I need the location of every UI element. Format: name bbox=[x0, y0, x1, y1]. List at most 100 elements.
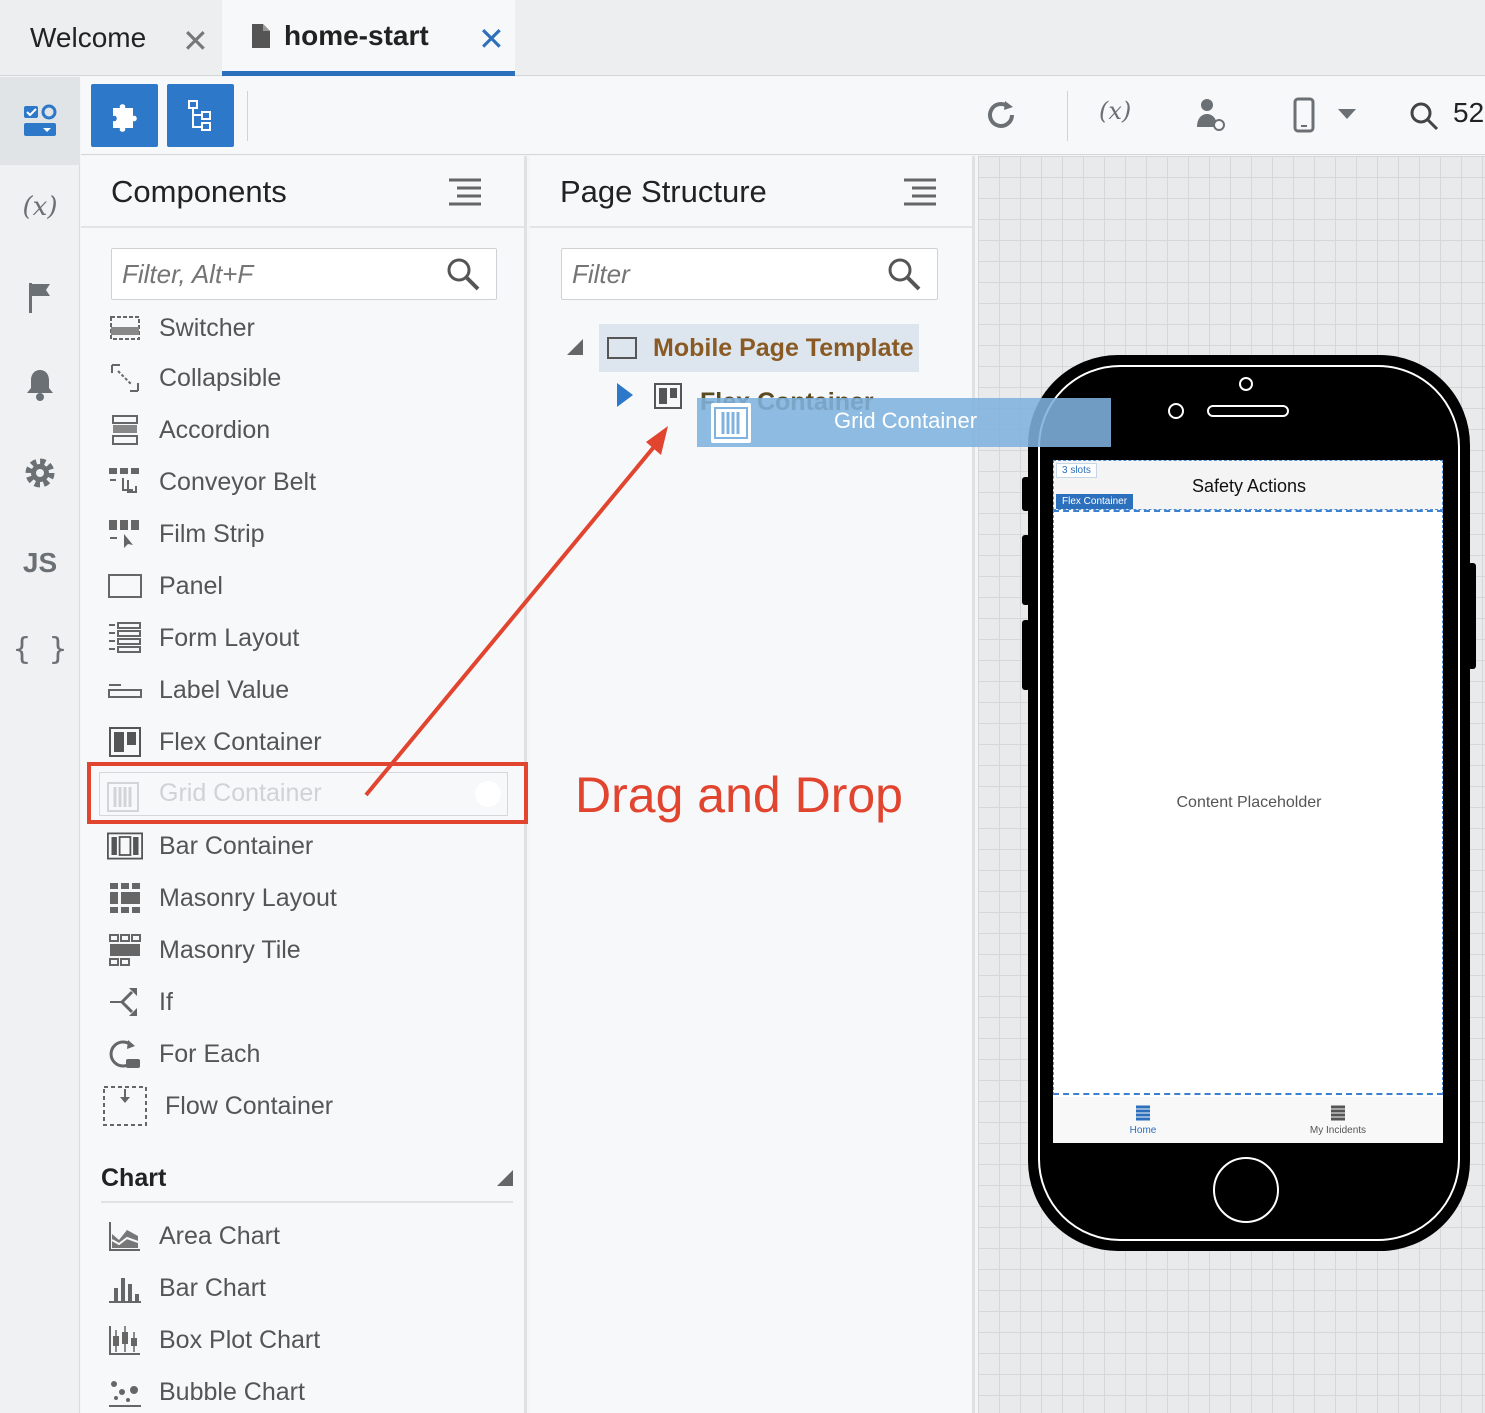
phone-side-button bbox=[1022, 535, 1030, 605]
bubble-chart-icon bbox=[107, 1374, 143, 1410]
component-label: Accordion bbox=[159, 415, 271, 444]
component-label: Area Chart bbox=[159, 1221, 280, 1250]
tab-home-start[interactable]: home-start ✕ bbox=[222, 0, 515, 76]
box-plot-chart-icon bbox=[107, 1322, 143, 1358]
component-label: Label Value bbox=[159, 675, 290, 704]
phone-side-button bbox=[1022, 477, 1030, 511]
mobile-device-icon[interactable] bbox=[1293, 97, 1315, 138]
component-item[interactable]: Masonry Tile bbox=[107, 924, 517, 976]
tree-node-mobile-page-template[interactable]: Mobile Page Template bbox=[599, 324, 919, 372]
nav-tab-home[interactable]: Home bbox=[1073, 1105, 1213, 1136]
collapse-triangle-icon[interactable] bbox=[566, 338, 584, 356]
component-label: Flex Container bbox=[159, 727, 322, 756]
component-item[interactable]: Film Strip bbox=[107, 508, 517, 560]
component-label: Bar Chart bbox=[159, 1273, 266, 1302]
flex-container-icon bbox=[654, 383, 682, 409]
component-item[interactable]: Flow Container bbox=[101, 1080, 511, 1132]
bar-chart-icon bbox=[107, 1270, 143, 1306]
component-item[interactable]: Form Layout bbox=[107, 612, 517, 664]
chart-section-title: Chart bbox=[101, 1164, 167, 1192]
content-placeholder: Content Placeholder bbox=[1176, 794, 1322, 811]
drag-and-drop-annotation: Drag and Drop bbox=[575, 767, 903, 823]
structure-title: Page Structure bbox=[560, 174, 767, 209]
gear-icon[interactable] bbox=[0, 453, 80, 493]
collapsible-icon bbox=[107, 360, 143, 396]
page-designer-icon[interactable] bbox=[0, 77, 80, 165]
chevron-down-icon[interactable] bbox=[1337, 107, 1357, 126]
close-icon[interactable]: ✕ bbox=[478, 20, 505, 58]
zoom-search-icon[interactable] bbox=[1409, 101, 1439, 136]
form-layout-icon bbox=[107, 620, 143, 656]
close-icon[interactable]: ✕ bbox=[182, 22, 209, 60]
puzzle-icon bbox=[112, 103, 137, 132]
tab-welcome[interactable]: Welcome ✕ bbox=[0, 0, 222, 76]
tree-icon bbox=[187, 99, 211, 131]
zoom-level[interactable]: 52 bbox=[1453, 97, 1484, 129]
component-item[interactable]: Accordion bbox=[107, 404, 517, 456]
structure-toggle-button[interactable] bbox=[167, 84, 234, 147]
component-item[interactable]: Panel bbox=[107, 560, 517, 612]
component-item[interactable]: Area Chart bbox=[107, 1210, 517, 1262]
expand-triangle-icon[interactable] bbox=[616, 382, 634, 408]
conveyor-belt-icon bbox=[107, 464, 143, 500]
document-icon bbox=[252, 23, 270, 48]
component-item[interactable]: Box Plot Chart bbox=[107, 1314, 517, 1366]
flow-container-icon bbox=[101, 1084, 149, 1128]
component-label: Bar Container bbox=[159, 831, 314, 860]
label-value-icon bbox=[107, 672, 143, 708]
refresh-icon[interactable] bbox=[983, 97, 1019, 138]
component-item[interactable]: Conveyor Belt bbox=[107, 456, 517, 508]
content-area[interactable]: Content Placeholder bbox=[1053, 510, 1443, 1095]
search-icon[interactable] bbox=[446, 257, 480, 291]
component-label: If bbox=[159, 987, 173, 1016]
component-label: Film Strip bbox=[159, 519, 265, 548]
masonry-layout-icon bbox=[107, 880, 143, 916]
bell-icon[interactable] bbox=[0, 365, 80, 405]
flex-container-icon bbox=[107, 724, 143, 760]
component-label: Collapsible bbox=[159, 363, 282, 392]
switcher-icon bbox=[107, 316, 143, 346]
component-item[interactable]: Bubble Chart bbox=[107, 1366, 517, 1413]
menu-icon[interactable] bbox=[449, 178, 481, 206]
component-item[interactable]: Switcher bbox=[107, 316, 517, 354]
expand-triangle-icon[interactable] bbox=[497, 1170, 513, 1186]
component-label: Flow Container bbox=[165, 1091, 334, 1120]
component-item[interactable]: Flex Container bbox=[107, 716, 517, 768]
component-item[interactable]: Masonry Layout bbox=[107, 872, 517, 924]
component-label: Conveyor Belt bbox=[159, 467, 317, 496]
json-icon[interactable]: { } bbox=[0, 629, 80, 669]
toolbar-divider bbox=[247, 91, 248, 141]
drag-ghost-label: Grid Container bbox=[834, 408, 978, 433]
nav-tab-my-incidents[interactable]: My Incidents bbox=[1268, 1105, 1408, 1136]
component-item[interactable]: Label Value bbox=[107, 664, 517, 716]
component-label: Box Plot Chart bbox=[159, 1325, 321, 1354]
variable-usage-icon[interactable]: (𝑥) bbox=[1099, 97, 1131, 125]
page-header[interactable]: Safety Actions 3 slots Flex Container bbox=[1053, 460, 1443, 510]
components-filter-input[interactable] bbox=[112, 249, 496, 299]
chart-section-header[interactable]: Chart bbox=[101, 1164, 513, 1203]
phone-screen[interactable]: Safety Actions 3 slots Flex Container Co… bbox=[1053, 460, 1443, 1143]
user-roles-icon[interactable] bbox=[1195, 97, 1227, 138]
javascript-icon[interactable]: JS bbox=[0, 543, 80, 583]
navigation-bar: Home My Incidents bbox=[1053, 1097, 1443, 1143]
menu-icon[interactable] bbox=[904, 178, 936, 206]
component-item[interactable]: Collapsible bbox=[107, 352, 517, 404]
structure-filter-input[interactable] bbox=[562, 249, 937, 299]
search-icon[interactable] bbox=[887, 257, 921, 291]
component-item[interactable]: For Each bbox=[107, 1028, 517, 1080]
variables-icon[interactable]: (𝑥) bbox=[0, 187, 80, 227]
components-filter[interactable] bbox=[111, 248, 497, 300]
flex-container-badge: Flex Container bbox=[1056, 494, 1134, 509]
components-toggle-button[interactable] bbox=[91, 84, 158, 147]
component-item[interactable]: Bar Chart bbox=[107, 1262, 517, 1314]
tab-bar: Welcome ✕ home-start ✕ bbox=[0, 0, 1485, 76]
component-item[interactable]: If bbox=[107, 976, 517, 1028]
flag-icon[interactable] bbox=[0, 277, 80, 317]
structure-header: Page Structure bbox=[530, 156, 972, 228]
list-icon bbox=[1331, 1105, 1345, 1121]
phone-speaker bbox=[1207, 405, 1289, 417]
slots-badge: 3 slots bbox=[1056, 463, 1097, 478]
structure-filter[interactable] bbox=[561, 248, 938, 300]
component-item[interactable]: Bar Container bbox=[107, 820, 517, 872]
component-label: Form Layout bbox=[159, 623, 300, 652]
